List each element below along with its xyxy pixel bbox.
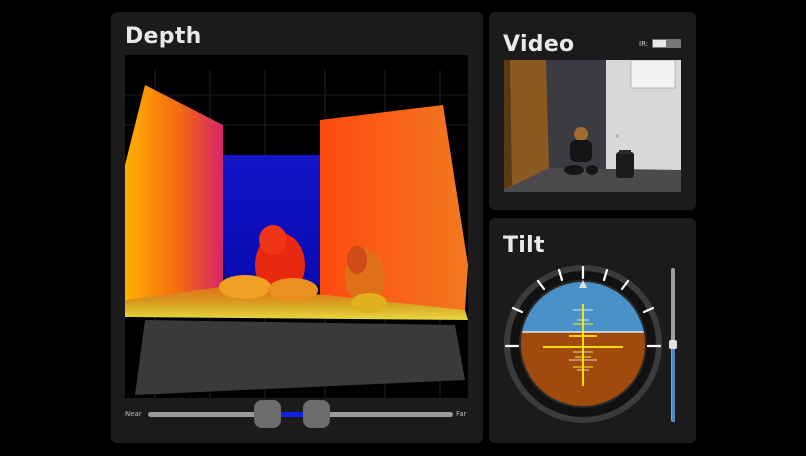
depth-title: Depth	[125, 24, 202, 49]
video-panel: Video IR:	[489, 12, 696, 210]
depth-panel: Depth Near Far	[111, 12, 483, 443]
far-range-handle[interactable]	[303, 400, 330, 428]
ir-toggle[interactable]	[652, 39, 681, 48]
video-frame-image	[504, 60, 681, 192]
near-range-handle[interactable]	[254, 400, 281, 428]
near-label: Near	[125, 410, 142, 418]
video-feed	[504, 60, 681, 192]
tilt-slider-fill	[672, 345, 675, 422]
attitude-indicator-gauge	[504, 265, 662, 423]
tilt-title: Tilt	[503, 233, 545, 258]
tilt-panel: Tilt	[489, 218, 696, 443]
tilt-slider-handle[interactable]	[669, 340, 677, 349]
attitude-indicator	[503, 264, 663, 428]
depth-point-cloud	[125, 70, 468, 398]
ir-toggle-knob	[653, 40, 666, 47]
depth-3d-view[interactable]	[125, 55, 468, 398]
video-title: Video	[503, 32, 575, 57]
ir-toggle-label: IR:	[639, 40, 649, 48]
far-label: Far	[456, 410, 467, 418]
